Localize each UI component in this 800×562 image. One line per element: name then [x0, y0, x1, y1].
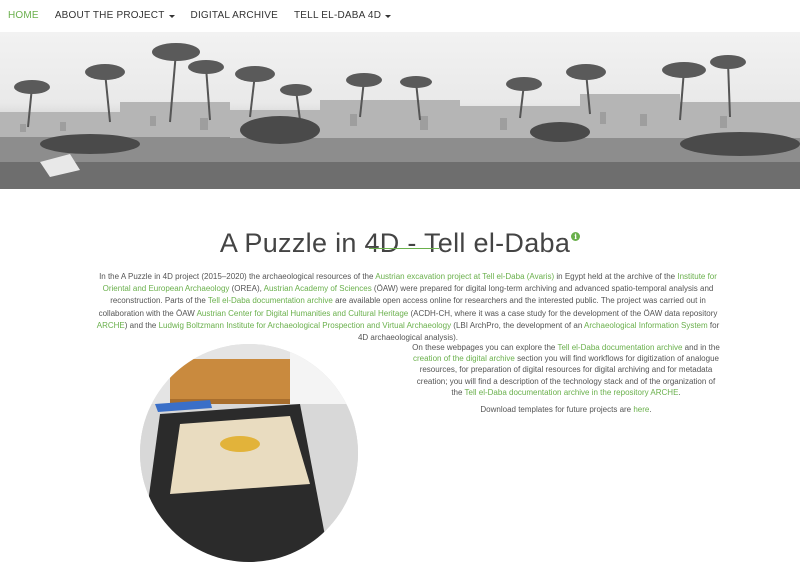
intro-text: In the A Puzzle in 4D project (2015–2020… [99, 272, 376, 281]
intro-text: (ACDH-CH, where it was a case study for … [408, 308, 718, 318]
explore-paragraph: On these webpages you can explore the Te… [412, 342, 720, 398]
title-divider [369, 248, 439, 249]
explore-text: . [678, 387, 681, 397]
hero-village-photo [0, 32, 800, 189]
village-photo-illustration [0, 43, 800, 189]
link-documentation-archive-2[interactable]: Tell el-Daba documentation archive [557, 343, 682, 352]
chevron-down-icon [385, 14, 392, 18]
page-title: A Puzzle in 4D - Tell el-Daba i [0, 228, 800, 259]
download-paragraph: Download templates for future projects a… [412, 404, 720, 415]
chevron-down-icon [168, 14, 175, 18]
link-acdh-ch[interactable]: Austrian Center for Digital Humanities a… [197, 309, 409, 318]
main-navbar: HOME ABOUT THE PROJECT DIGITAL ARCHIVE T… [0, 0, 800, 32]
link-lbi-archpro[interactable]: Ludwig Boltzmann Institute for Archaeolo… [159, 321, 451, 330]
nav-archive-label: DIGITAL ARCHIVE [190, 10, 278, 21]
link-creation-digital-archive[interactable]: creation of the digital archive [413, 354, 515, 363]
link-archaeological-information-system[interactable]: Archaeological Information System [584, 321, 708, 330]
intro-text: (OREA), [229, 284, 264, 294]
link-austrian-excavation[interactable]: Austrian excavation project at Tell el-D… [375, 272, 554, 281]
link-archive-in-arche[interactable]: Tell el-Daba documentation archive in th… [465, 388, 679, 397]
download-text: . [649, 405, 652, 415]
archive-photo [140, 344, 358, 562]
nav-4d-label: TELL EL-DABA 4D [294, 10, 382, 21]
intro-paragraph: In the A Puzzle in 4D project (2015–2020… [96, 271, 720, 344]
nav-home[interactable]: HOME [0, 0, 47, 32]
archive-photo-illustration [140, 344, 358, 562]
page-title-text: A Puzzle in 4D - Tell el-Daba [219, 228, 571, 259]
explore-text: On these webpages you can explore the [412, 343, 558, 352]
info-icon[interactable]: i [571, 232, 581, 242]
link-austrian-academy[interactable]: Austrian Academy of Sciences [264, 284, 372, 293]
link-arche[interactable]: ARCHE [97, 321, 125, 330]
intro-text: ) and the [124, 320, 159, 330]
nav-home-label: HOME [8, 10, 39, 21]
download-text: Download templates for future projects a… [480, 405, 634, 415]
link-download-templates[interactable]: here [633, 405, 649, 414]
nav-digital-archive[interactable]: DIGITAL ARCHIVE [183, 0, 286, 32]
intro-text: (LBI ArchPro, the development of an [451, 320, 585, 330]
explore-text: and in the [682, 343, 720, 352]
nav-about-label: ABOUT THE PROJECT [54, 10, 165, 21]
nav-tell-el-daba-4d[interactable]: TELL EL-DABA 4D [286, 0, 399, 32]
link-documentation-archive[interactable]: Tell el-Daba documentation archive [208, 296, 333, 305]
nav-about-project[interactable]: ABOUT THE PROJECT [47, 0, 183, 32]
explore-section: On these webpages you can explore the Te… [412, 342, 720, 421]
intro-text: in Egypt held at the archive of the [554, 272, 678, 281]
